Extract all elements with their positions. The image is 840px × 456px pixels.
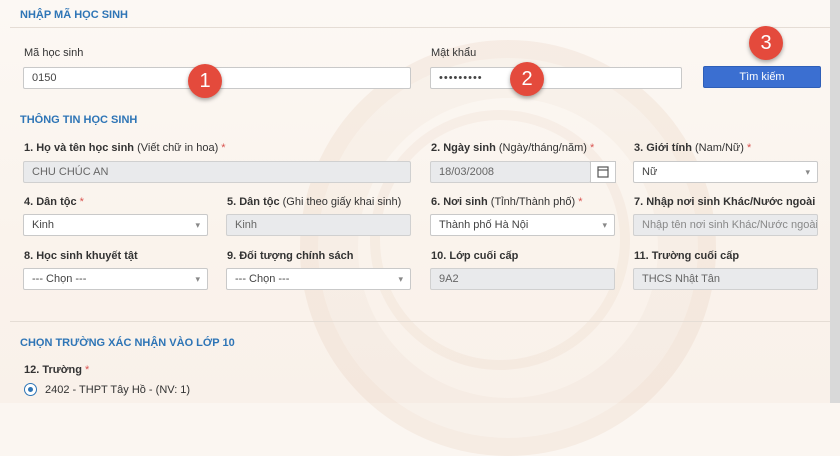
last-school-input[interactable]: THCS Nhật Tân <box>633 268 818 290</box>
disability-select[interactable]: --- Chọn --- <box>23 268 208 290</box>
scrollbar[interactable] <box>830 0 840 403</box>
birthplace-select[interactable]: Thành phố Hà Nội <box>430 214 615 236</box>
search-button[interactable]: Tìm kiếm <box>703 66 821 88</box>
section-title-student-code: NHẬP MÃ HỌC SINH <box>20 9 128 21</box>
step-marker-3: 3 <box>749 26 783 60</box>
calendar-icon <box>597 166 609 178</box>
last-class-input[interactable]: 9A2 <box>430 268 615 290</box>
policy-select[interactable]: --- Chọn --- <box>226 268 411 290</box>
step-marker-2: 2 <box>510 62 544 96</box>
birthplace-other-input[interactable]: Nhập tên nơi sinh Khác/Nước ngoài <box>633 214 818 236</box>
section-title-student-info: THÔNG TIN HỌC SINH <box>20 114 138 126</box>
dob-input[interactable]: 18/03/2008 <box>430 161 591 183</box>
gender-select[interactable]: Nữ <box>633 161 818 183</box>
last-school-label: 11. Trường cuối cấp <box>634 250 740 262</box>
student-code-label: Mã học sinh <box>24 47 84 59</box>
disability-label: 8. Học sinh khuyết tật <box>24 250 138 262</box>
ethnicity-select[interactable]: Kinh <box>23 214 208 236</box>
ethnicity-label: 4. Dân tộc * <box>24 196 84 208</box>
section-title-school-choice: CHỌN TRƯỜNG XÁC NHẬN VÀO LỚP 10 <box>20 337 235 349</box>
school-option-label[interactable]: 2402 - THPT Tây Hồ - (NV: 1) <box>45 384 190 396</box>
birthplace-other-label: 7. Nhập nơi sinh Khác/Nước ngoài <box>634 196 816 208</box>
policy-label: 9. Đối tượng chính sách <box>227 250 354 262</box>
school-label: 12. Trường * <box>24 364 90 376</box>
ethnicity-cert-label: 5. Dân tộc (Ghi theo giấy khai sinh) <box>227 196 402 208</box>
ethnicity-cert-input[interactable]: Kinh <box>226 214 411 236</box>
step-marker-1: 1 <box>188 64 222 98</box>
full-name-input[interactable]: CHU CHÚC AN <box>23 161 411 183</box>
full-name-label: 1. Họ và tên học sinh (Viết chữ in hoa) … <box>24 142 226 154</box>
divider <box>10 27 830 28</box>
gender-label: 3. Giới tính (Nam/Nữ) * <box>634 142 752 154</box>
password-input[interactable]: ••••••••• <box>430 67 682 89</box>
password-label: Mật khẩu <box>431 47 477 59</box>
dob-label: 2. Ngày sinh (Ngày/tháng/năm) * <box>431 142 595 154</box>
birthplace-label: 6. Nơi sinh (Tỉnh/Thành phố) * <box>431 196 583 208</box>
last-class-label: 10. Lớp cuối cấp <box>431 250 519 262</box>
school-radio[interactable] <box>24 383 37 396</box>
divider <box>10 321 830 322</box>
calendar-button[interactable] <box>590 161 616 183</box>
